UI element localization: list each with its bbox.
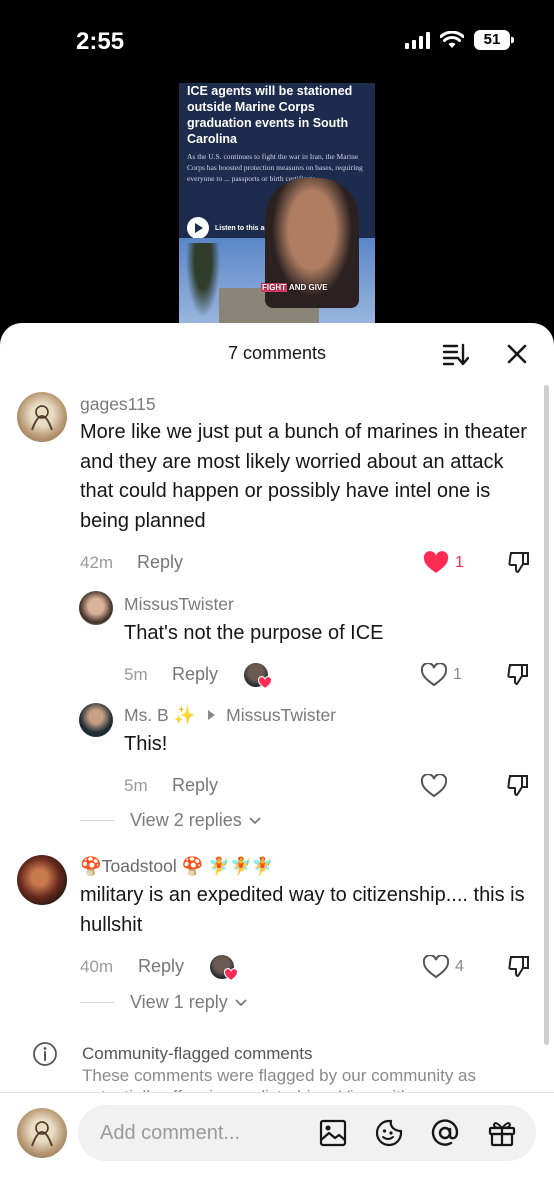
chevron-down-icon [235, 998, 247, 1006]
video-article-body: As the U.S. continues to fight the war i… [187, 152, 363, 183]
dislike-icon[interactable] [506, 953, 532, 979]
scrollbar[interactable] [544, 385, 549, 1045]
avatar[interactable] [17, 392, 67, 442]
reply-button[interactable]: Reply [138, 956, 184, 977]
palm-tree-image [183, 243, 223, 327]
heart-filled-icon [224, 968, 238, 982]
heart-filled-icon [423, 551, 449, 573]
creator-liked-avatar [210, 955, 238, 982]
view-replies-button[interactable]: View 2 replies [80, 810, 262, 831]
comments-header: 7 comments [0, 323, 554, 383]
comments-sheet: 7 comments gages115 More like we just pu… [0, 323, 554, 1200]
status-icons: 51 [405, 30, 514, 50]
avatar[interactable] [17, 855, 67, 905]
like-count: 1 [455, 554, 464, 571]
video-caption: FIGHT AND GIVE [261, 283, 328, 292]
comment-composer [0, 1092, 554, 1200]
comments-count-title: 7 comments [227, 343, 327, 363]
like-button[interactable]: 4 [423, 955, 464, 979]
add-comment-input[interactable] [100, 1105, 310, 1161]
comment-text: military is an expedited way to citizens… [80, 884, 525, 936]
image-icon[interactable] [318, 1118, 348, 1148]
sort-icon[interactable] [441, 340, 469, 368]
heart-filled-icon [258, 676, 272, 690]
creator-liked-avatar [244, 663, 272, 690]
comment-time: 5m [124, 776, 148, 795]
wifi-icon [440, 31, 464, 48]
info-icon [33, 1042, 57, 1066]
like-button[interactable] [421, 774, 447, 798]
heart-outline-icon [421, 774, 447, 798]
my-avatar[interactable] [17, 1108, 67, 1158]
avatar[interactable] [79, 591, 113, 625]
comment-text: That's not the purpose of ICE [124, 622, 384, 644]
comment-box [78, 1105, 536, 1161]
comment-username[interactable]: Ms. B ✨ MissusTwister [124, 705, 336, 726]
video-headline: ICE agents will be stationed outside Mar… [187, 84, 353, 146]
video-preview[interactable]: ICE agents will be stationed outside Mar… [179, 83, 375, 327]
status-time: 2:55 [76, 28, 125, 55]
comment-username[interactable]: gages115 [80, 394, 156, 415]
reply-button[interactable]: Reply [172, 775, 218, 796]
like-count: 1 [453, 666, 462, 683]
close-icon[interactable] [503, 340, 531, 368]
dislike-icon[interactable] [505, 772, 531, 798]
reply-button[interactable]: Reply [137, 552, 183, 573]
gift-icon[interactable] [487, 1118, 517, 1148]
dislike-icon[interactable] [505, 661, 531, 687]
comment-username[interactable]: 🍄Toadstool 🍄 🧚🧚🧚 [80, 856, 274, 877]
avatar[interactable] [79, 703, 113, 737]
reply-arrow-icon [208, 710, 216, 720]
comment-time: 40m [80, 957, 114, 976]
comment-text: More like we just put a bunch of marines… [80, 421, 527, 532]
like-button[interactable]: 1 [421, 663, 462, 687]
mention-icon[interactable] [430, 1118, 460, 1148]
comment-time: 42m [80, 553, 114, 572]
divider [80, 820, 114, 821]
comment-time: 5m [124, 665, 148, 684]
comment-username[interactable]: MissusTwister [124, 594, 234, 615]
heart-outline-icon [423, 955, 449, 979]
reply-button[interactable]: Reply [172, 664, 218, 685]
battery-icon: 51 [474, 30, 514, 50]
comment-text: This! [124, 733, 168, 755]
signal-icon [405, 31, 430, 49]
divider [80, 1002, 114, 1003]
view-replies-button[interactable]: View 1 reply [80, 992, 248, 1013]
flagged-title: Community-flagged comments [82, 1044, 313, 1063]
like-button[interactable]: 1 [423, 551, 464, 575]
heart-outline-icon [421, 663, 447, 687]
chevron-down-icon [249, 816, 261, 824]
status-bar: 2:55 51 [0, 0, 554, 80]
reply-to-username[interactable]: MissusTwister [226, 705, 336, 725]
play-icon [187, 217, 209, 239]
dislike-icon[interactable] [506, 549, 532, 575]
like-count: 4 [455, 958, 464, 975]
emoji-sticker-icon[interactable] [374, 1118, 404, 1148]
